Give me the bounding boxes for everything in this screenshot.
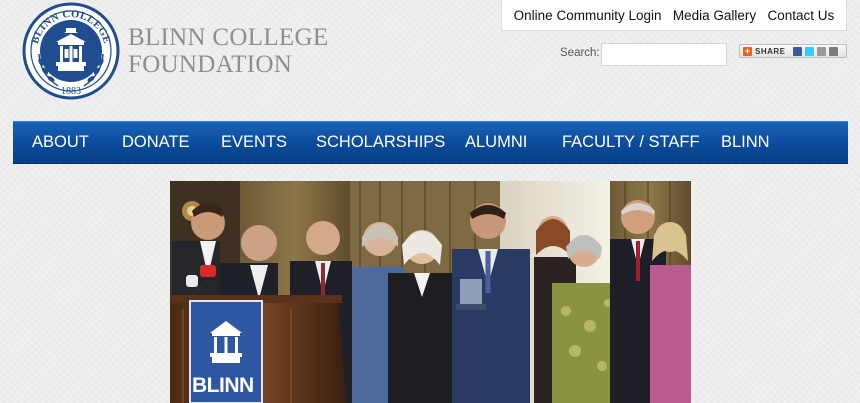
utility-links-bar: Online Community Login Media Gallery Con… (501, 0, 847, 31)
facebook-icon[interactable] (792, 46, 802, 56)
email-icon[interactable] (816, 46, 826, 56)
online-community-login-link[interactable]: Online Community Login (514, 8, 662, 23)
hero-photo-illustration (170, 181, 691, 403)
org-name-line1: BLINN COLLEGE (128, 24, 329, 51)
org-name-line2: FOUNDATION (128, 51, 293, 78)
logo-year: 1883 (61, 86, 81, 97)
nav-faculty-staff[interactable]: FACULTY / STAFF (562, 122, 700, 163)
more-icon[interactable] (828, 46, 838, 56)
nav-alumni[interactable]: ALUMNI (465, 122, 527, 163)
hero-photo: BLINN (170, 181, 691, 403)
nav-donate[interactable]: DONATE (122, 122, 190, 163)
nav-events[interactable]: EVENTS (221, 122, 287, 163)
media-gallery-link[interactable]: Media Gallery (673, 8, 756, 23)
share-plus-icon: + (743, 45, 752, 56)
nav-blinn[interactable]: BLINN (721, 122, 770, 163)
share-label: SHARE (755, 46, 786, 56)
search-label: Search: (560, 47, 600, 59)
contact-us-link[interactable]: Contact Us (768, 8, 835, 23)
share-button[interactable]: + SHARE (739, 44, 847, 58)
blinn-college-logo[interactable]: BLINN COLLEGE 1883 (22, 2, 120, 100)
org-name[interactable]: BLINN COLLEGE FOUNDATION (128, 24, 328, 78)
nav-scholarships[interactable]: SCHOLARSHIPS (316, 122, 445, 163)
podium-sign-text: BLINN (192, 374, 254, 397)
main-nav: ABOUT DONATE EVENTS SCHOLARSHIPS ALUMNI … (13, 121, 848, 164)
twitter-icon[interactable] (804, 46, 814, 56)
seal-graphic: BLINN COLLEGE 1883 (22, 2, 120, 100)
search-input[interactable] (601, 43, 727, 66)
nav-about[interactable]: ABOUT (32, 122, 89, 163)
